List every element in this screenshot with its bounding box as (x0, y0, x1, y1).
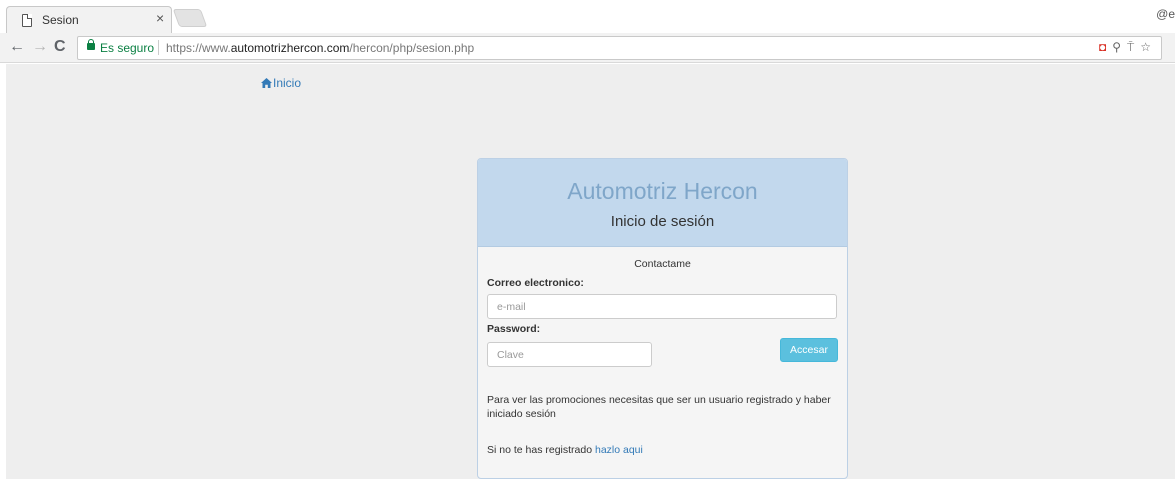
close-icon[interactable]: × (156, 10, 164, 26)
address-bar[interactable]: Es seguro https://www.automotrizhercon.c… (77, 36, 1162, 60)
password-label: Password: (487, 323, 541, 335)
address-separator (158, 40, 159, 55)
page-content: Inicio Automotriz Hercon Inicio de sesió… (6, 64, 1175, 479)
home-icon (261, 78, 272, 88)
url-text[interactable]: https://www.automotrizhercon.com/hercon/… (166, 41, 474, 55)
email-label: Correo electronico: (487, 277, 584, 289)
lock-icon (87, 39, 95, 50)
url-scheme: https://www. (166, 41, 231, 55)
register-prefix: Si no te has registrado (487, 444, 595, 456)
login-panel: Automotriz Hercon Inicio de sesión Conta… (477, 158, 848, 479)
register-prompt: Si no te has registrado hazlo aqui (487, 444, 643, 456)
promotions-info-text: Para ver las promociones necesitas que s… (487, 394, 831, 420)
reload-icon[interactable]: C (54, 38, 66, 56)
login-panel-header: Automotriz Hercon Inicio de sesión (478, 159, 847, 247)
url-host: automotrizhercon.com (230, 41, 350, 55)
secure-label[interactable]: Es seguro (100, 41, 154, 55)
tab-title: Sesion (42, 13, 79, 27)
back-arrow-icon[interactable]: ← (9, 38, 25, 56)
login-button[interactable]: Accesar (780, 338, 838, 362)
browser-tab[interactable]: Sesion × (6, 6, 172, 33)
page-icon (22, 14, 32, 27)
url-path: /hercon/php/sesion.php (349, 41, 475, 55)
browser-toolbar: ← → C Es seguro https://www.automotrizhe… (0, 33, 1175, 63)
register-link[interactable]: hazlo aqui (595, 444, 643, 456)
contact-text: Contactame (634, 258, 691, 270)
star-icon[interactable]: ☆ (1140, 40, 1157, 54)
zoom-icon[interactable]: ⚲ (1112, 40, 1127, 54)
forward-arrow-icon[interactable]: → (32, 38, 48, 56)
pin-icon[interactable]: ⍑ (1127, 40, 1140, 54)
home-link[interactable]: Inicio (261, 76, 301, 90)
brand-title: Automotriz Hercon (567, 178, 758, 204)
home-link-label: Inicio (273, 76, 302, 90)
extension-icon[interactable]: ◘ (1099, 40, 1112, 54)
email-field[interactable] (487, 294, 837, 319)
new-tab-button[interactable] (172, 9, 208, 27)
browser-tabstrip: Sesion × @e (0, 0, 1175, 33)
login-heading: Inicio de sesión (610, 213, 715, 230)
profile-label[interactable]: @e (1156, 7, 1175, 21)
toolbar-icons: ◘⚲⍑☆ (1099, 40, 1157, 55)
password-field[interactable] (487, 342, 652, 367)
